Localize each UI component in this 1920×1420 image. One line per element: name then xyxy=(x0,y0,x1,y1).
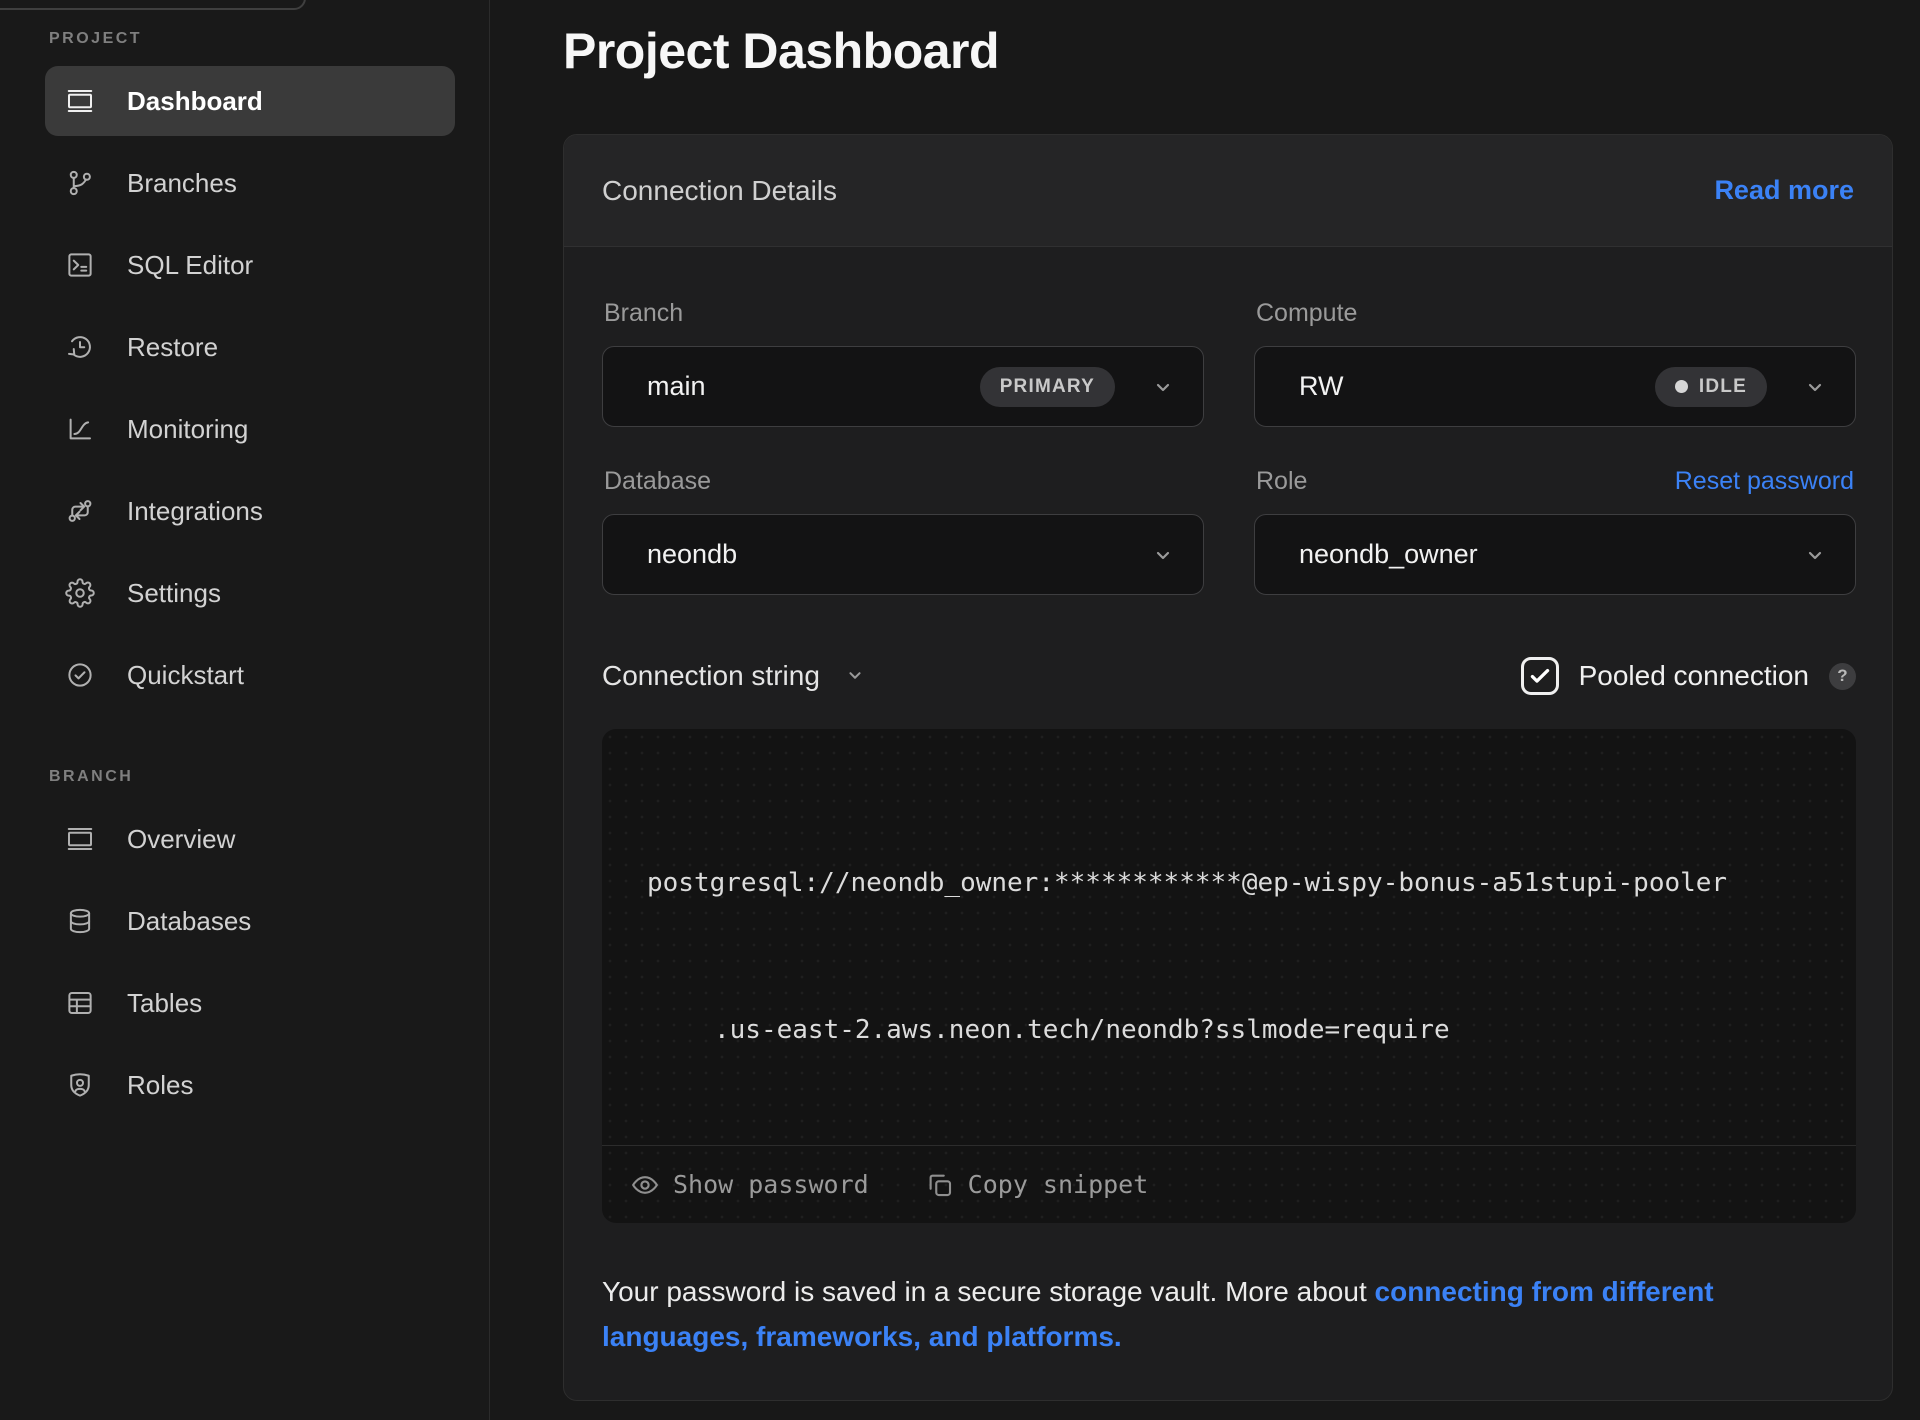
sidebar-item-databases[interactable]: Databases xyxy=(45,886,455,956)
main-content: Project Dashboard Connection Details Rea… xyxy=(490,0,1920,1420)
database-field: Database neondb xyxy=(602,427,1204,595)
card-header: Connection Details Read more xyxy=(564,135,1892,247)
branch-value: main xyxy=(647,371,980,402)
sidebar-item-label: Restore xyxy=(127,332,218,363)
sidebar-item-label: SQL Editor xyxy=(127,250,253,281)
sidebar-item-label: Roles xyxy=(127,1070,193,1101)
database-select[interactable]: neondb xyxy=(602,514,1204,595)
project-selector-fragment[interactable] xyxy=(0,0,306,10)
role-value: neondb_owner xyxy=(1299,539,1803,570)
idle-badge: IDLE xyxy=(1655,367,1767,407)
sidebar-item-label: Databases xyxy=(127,906,251,937)
chevron-down-icon xyxy=(1151,543,1175,567)
compute-value: RW xyxy=(1299,371,1655,402)
sidebar-item-label: Branches xyxy=(127,168,237,199)
sidebar-item-tables[interactable]: Tables xyxy=(45,968,455,1038)
git-branch-icon xyxy=(65,168,95,198)
connection-string-label: Connection string xyxy=(602,660,820,692)
reset-password-link[interactable]: Reset password xyxy=(1675,467,1854,496)
sidebar-item-settings[interactable]: Settings xyxy=(45,558,455,628)
role-select[interactable]: neondb_owner xyxy=(1254,514,1856,595)
compute-label: Compute xyxy=(1256,299,1357,328)
sidebar-item-quickstart[interactable]: Quickstart xyxy=(45,640,455,710)
database-cylinder-icon xyxy=(65,906,95,936)
sidebar-item-label: Tables xyxy=(127,988,202,1019)
history-clock-icon xyxy=(65,332,95,362)
connection-string-value: postgresql://neondb_owner:************@e… xyxy=(602,729,1856,1153)
idle-status-dot xyxy=(1675,380,1688,393)
connection-details-card: Connection Details Read more Branch main… xyxy=(563,134,1893,1401)
chevron-down-icon xyxy=(844,664,868,688)
shield-user-icon xyxy=(65,1070,95,1100)
copy-snippet-button[interactable]: Copy snippet xyxy=(925,1170,1149,1200)
sync-arrows-icon xyxy=(65,496,95,526)
gear-icon xyxy=(65,578,95,608)
copy-icon xyxy=(925,1170,955,1200)
primary-badge: PRIMARY xyxy=(980,367,1115,407)
connection-string-dropdown[interactable]: Connection string xyxy=(602,660,868,692)
pooled-connection-label: Pooled connection xyxy=(1579,660,1809,692)
chevron-down-icon xyxy=(1803,543,1827,567)
page-title: Project Dashboard xyxy=(563,22,1920,80)
sidebar-item-overview[interactable]: Overview xyxy=(45,804,455,874)
sidebar-item-monitoring[interactable]: Monitoring xyxy=(45,394,455,464)
database-label: Database xyxy=(604,467,711,496)
sidebar: PROJECT Dashboard Branches SQL Editor Re… xyxy=(0,0,490,1420)
connection-string-code-block: postgresql://neondb_owner:************@e… xyxy=(602,729,1856,1223)
pooled-connection-checkbox[interactable] xyxy=(1521,657,1559,695)
eye-icon xyxy=(630,1170,660,1200)
pooled-connection-group: Pooled connection ? xyxy=(1521,657,1856,695)
branch-select[interactable]: main PRIMARY xyxy=(602,346,1204,427)
show-password-button[interactable]: Show password xyxy=(630,1170,869,1200)
sidebar-item-label: Monitoring xyxy=(127,414,248,445)
code-block-footer: Show password Copy snippet xyxy=(602,1145,1856,1223)
dashboard-icon xyxy=(65,86,95,116)
chevron-down-icon xyxy=(1803,375,1827,399)
chevron-down-icon xyxy=(1151,375,1175,399)
sidebar-item-label: Quickstart xyxy=(127,660,244,691)
sidebar-item-label: Overview xyxy=(127,824,235,855)
sidebar-item-label: Settings xyxy=(127,578,221,609)
window-icon xyxy=(65,824,95,854)
sidebar-item-restore[interactable]: Restore xyxy=(45,312,455,382)
branch-label: Branch xyxy=(604,299,683,328)
sidebar-item-branches[interactable]: Branches xyxy=(45,148,455,218)
sidebar-item-dashboard[interactable]: Dashboard xyxy=(45,66,455,136)
branch-field: Branch main PRIMARY xyxy=(602,273,1204,427)
sidebar-section-branch: BRANCH xyxy=(49,768,453,786)
database-value: neondb xyxy=(647,539,1151,570)
chart-curve-icon xyxy=(65,414,95,444)
compute-field: Compute RW IDLE xyxy=(1254,273,1856,427)
card-body: Branch main PRIMARY Compute xyxy=(564,247,1892,1400)
compute-select[interactable]: RW IDLE xyxy=(1254,346,1856,427)
help-icon[interactable]: ? xyxy=(1829,663,1856,690)
sidebar-item-sql-editor[interactable]: SQL Editor xyxy=(45,230,455,300)
password-vault-note: Your password is saved in a secure stora… xyxy=(602,1269,1856,1360)
sidebar-item-label: Dashboard xyxy=(127,86,263,117)
read-more-link[interactable]: Read more xyxy=(1714,175,1854,206)
check-circle-icon xyxy=(65,660,95,690)
sidebar-item-roles[interactable]: Roles xyxy=(45,1050,455,1120)
role-field: Role Reset password neondb_owner xyxy=(1254,427,1856,595)
checkmark-icon xyxy=(1527,663,1553,689)
sidebar-item-label: Integrations xyxy=(127,496,263,527)
sidebar-item-integrations[interactable]: Integrations xyxy=(45,476,455,546)
sidebar-section-project: PROJECT xyxy=(49,30,453,48)
terminal-icon xyxy=(65,250,95,280)
role-label: Role xyxy=(1256,467,1307,496)
table-grid-icon xyxy=(65,988,95,1018)
card-title: Connection Details xyxy=(602,175,837,207)
